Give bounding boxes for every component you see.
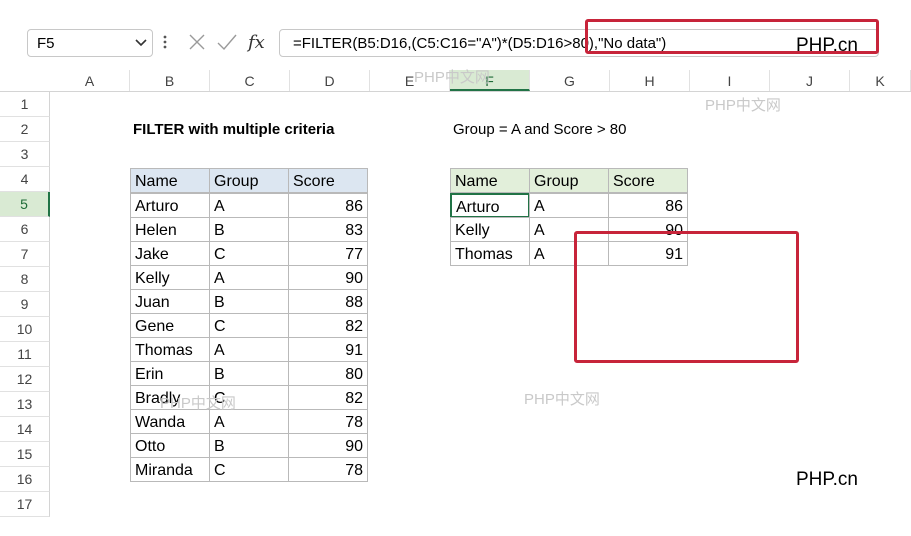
column-header-a[interactable]: A <box>50 70 130 91</box>
source-table-cell-name[interactable]: Miranda <box>130 457 210 482</box>
source-table-cell-group[interactable]: C <box>209 241 289 266</box>
active-cell[interactable]: Arturo <box>450 193 530 218</box>
enter-check-icon[interactable] <box>215 31 239 53</box>
annotation-box-spill <box>574 231 799 363</box>
source-table-cell-name[interactable]: Arturo <box>130 193 210 218</box>
source-table-cell-group[interactable]: A <box>209 265 289 290</box>
row-header-8[interactable]: 8 <box>0 267 50 292</box>
source-table-header-group[interactable]: Group <box>209 168 289 193</box>
column-header-j[interactable]: J <box>770 70 850 91</box>
row-header-2[interactable]: 2 <box>0 117 50 142</box>
source-table-cell-name[interactable]: Helen <box>130 217 210 242</box>
row-header-5[interactable]: 5 <box>0 192 50 217</box>
result-table-header-name[interactable]: Name <box>450 168 530 193</box>
annotation-box-formula <box>585 19 879 54</box>
source-table-cell-name[interactable]: Otto <box>130 433 210 458</box>
source-table-cell-group[interactable]: A <box>209 337 289 362</box>
watermark-cn: PHP中文网 <box>705 97 781 114</box>
source-table-cell-name[interactable]: Jake <box>130 241 210 266</box>
column-header-k[interactable]: K <box>850 70 911 91</box>
source-table-cell-name[interactable]: Gene <box>130 313 210 338</box>
source-table-cell-score[interactable]: 82 <box>288 385 368 410</box>
watermark-cn: PHP中文网 <box>160 395 236 412</box>
source-table-cell-score[interactable]: 86 <box>288 193 368 218</box>
source-table-cell-name[interactable]: Kelly <box>130 265 210 290</box>
source-table-cell-score[interactable]: 91 <box>288 337 368 362</box>
source-table-cell-score[interactable]: 78 <box>288 409 368 434</box>
column-header-h[interactable]: H <box>610 70 690 91</box>
more-options-icon[interactable] <box>163 33 167 51</box>
title-left[interactable]: FILTER with multiple criteria <box>133 117 334 142</box>
source-table-cell-group[interactable]: B <box>209 433 289 458</box>
source-table-cell-name[interactable]: Thomas <box>130 337 210 362</box>
source-table-cell-group[interactable]: B <box>209 361 289 386</box>
row-header-6[interactable]: 6 <box>0 217 50 242</box>
source-table-cell-score[interactable]: 78 <box>288 457 368 482</box>
column-header-g[interactable]: G <box>530 70 610 91</box>
result-table-cell-name[interactable]: Kelly <box>450 217 530 242</box>
source-table-cell-score[interactable]: 77 <box>288 241 368 266</box>
source-table-cell-group[interactable]: B <box>209 289 289 314</box>
source-table-cell-score[interactable]: 88 <box>288 289 368 314</box>
source-table-cell-score[interactable]: 80 <box>288 361 368 386</box>
row-header-12[interactable]: 12 <box>0 367 50 392</box>
title-right[interactable]: Group = A and Score > 80 <box>453 117 626 142</box>
row-header-13[interactable]: 13 <box>0 392 50 417</box>
row-header-7[interactable]: 7 <box>0 242 50 267</box>
svg-text:fx: fx <box>246 32 265 53</box>
column-header-b[interactable]: B <box>130 70 210 91</box>
column-header-d[interactable]: D <box>290 70 370 91</box>
watermark-site: PHP.cn <box>796 469 858 490</box>
name-box[interactable]: F5 <box>27 29 153 57</box>
watermark-cn: PHP中文网 <box>524 391 600 408</box>
row-header-10[interactable]: 10 <box>0 317 50 342</box>
source-table-cell-name[interactable]: Erin <box>130 361 210 386</box>
source-table-cell-score[interactable]: 82 <box>288 313 368 338</box>
source-table-cell-group[interactable]: C <box>209 457 289 482</box>
insert-function-icon[interactable]: fx <box>246 31 270 53</box>
source-table-cell-group[interactable]: B <box>209 217 289 242</box>
result-table-header-score[interactable]: Score <box>608 168 688 193</box>
column-header-c[interactable]: C <box>210 70 290 91</box>
source-table-header-score[interactable]: Score <box>288 168 368 193</box>
source-table-cell-score[interactable]: 90 <box>288 433 368 458</box>
column-header-i[interactable]: I <box>690 70 770 91</box>
source-table-cell-group[interactable]: A <box>209 193 289 218</box>
row-header-1[interactable]: 1 <box>0 92 50 117</box>
row-header-4[interactable]: 4 <box>0 167 50 192</box>
source-table-cell-score[interactable]: 83 <box>288 217 368 242</box>
source-table-header-name[interactable]: Name <box>130 168 210 193</box>
row-header-11[interactable]: 11 <box>0 342 50 367</box>
row-header-16[interactable]: 16 <box>0 467 50 492</box>
row-header-14[interactable]: 14 <box>0 417 50 442</box>
row-header-3[interactable]: 3 <box>0 142 50 167</box>
name-box-value: F5 <box>37 35 55 52</box>
cancel-icon[interactable] <box>186 31 208 53</box>
row-header-17[interactable]: 17 <box>0 492 50 517</box>
result-table-cell-group[interactable]: A <box>529 193 609 218</box>
row-header-9[interactable]: 9 <box>0 292 50 317</box>
source-table-cell-score[interactable]: 90 <box>288 265 368 290</box>
result-table-header-group[interactable]: Group <box>529 168 609 193</box>
watermark-cn: PHP中文网 <box>414 69 490 86</box>
row-header-15[interactable]: 15 <box>0 442 50 467</box>
result-table-cell-name[interactable]: Thomas <box>450 241 530 266</box>
result-table-cell-score[interactable]: 86 <box>608 193 688 218</box>
source-table-cell-name[interactable]: Juan <box>130 289 210 314</box>
chevron-down-icon[interactable] <box>134 33 148 51</box>
source-table-cell-group[interactable]: C <box>209 313 289 338</box>
